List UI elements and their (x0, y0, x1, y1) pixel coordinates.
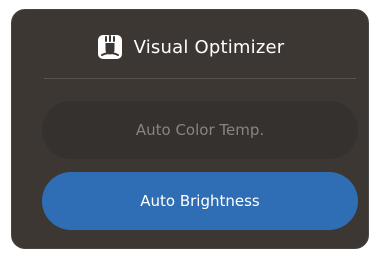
header-divider (44, 78, 356, 79)
panel-header: Visual Optimizer (12, 32, 368, 62)
auto-color-temp-button[interactable]: Auto Color Temp. (42, 101, 358, 159)
auto-color-temp-label: Auto Color Temp. (135, 121, 265, 139)
auto-brightness-label: Auto Brightness (140, 192, 260, 210)
visual-optimizer-panel: Visual Optimizer Auto Color Temp. Auto B… (11, 9, 369, 249)
auto-brightness-button[interactable]: Auto Brightness (42, 172, 358, 230)
visual-optimizer-icon (96, 33, 124, 61)
panel-title: Visual Optimizer (133, 36, 285, 58)
